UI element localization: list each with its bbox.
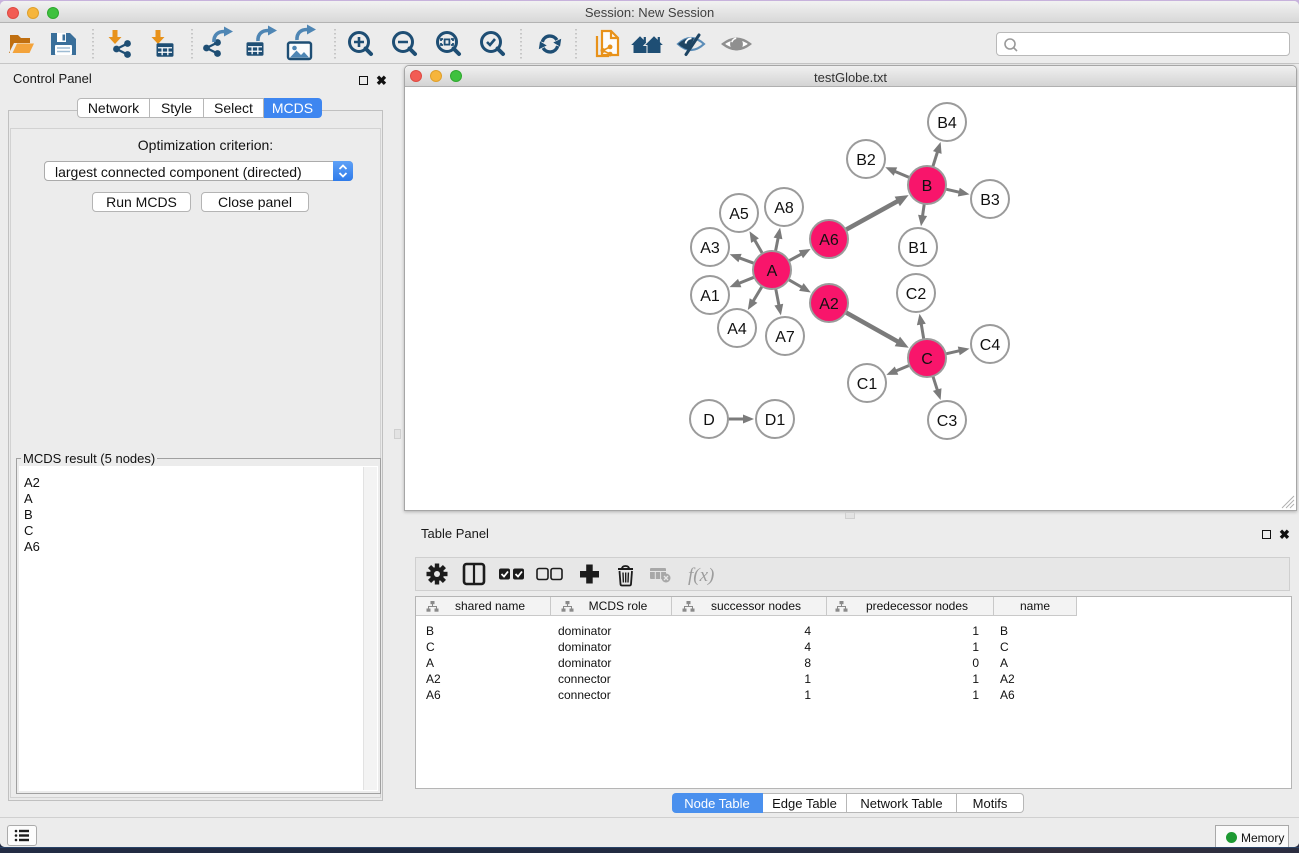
svg-text:C4: C4: [980, 337, 1001, 354]
svg-text:A: A: [767, 263, 778, 280]
svg-text:A4: A4: [727, 321, 747, 338]
svg-text:C3: C3: [937, 413, 958, 430]
svg-text:A7: A7: [775, 329, 795, 346]
svg-text:A8: A8: [774, 200, 794, 217]
svg-text:B3: B3: [980, 192, 1000, 209]
svg-text:D1: D1: [765, 412, 786, 429]
svg-text:A5: A5: [729, 206, 749, 223]
svg-text:A1: A1: [700, 288, 720, 305]
svg-text:A2: A2: [819, 296, 839, 313]
svg-text:C: C: [921, 351, 933, 368]
svg-text:B1: B1: [908, 240, 928, 257]
svg-text:C1: C1: [857, 376, 878, 393]
svg-text:B: B: [922, 178, 933, 195]
svg-text:D: D: [703, 412, 715, 429]
svg-text:B4: B4: [937, 115, 957, 132]
svg-text:A6: A6: [819, 232, 839, 249]
svg-text:f(x): f(x): [688, 565, 714, 586]
svg-text:A3: A3: [700, 240, 720, 257]
svg-text:B2: B2: [856, 152, 876, 169]
svg-text:C2: C2: [906, 286, 927, 303]
